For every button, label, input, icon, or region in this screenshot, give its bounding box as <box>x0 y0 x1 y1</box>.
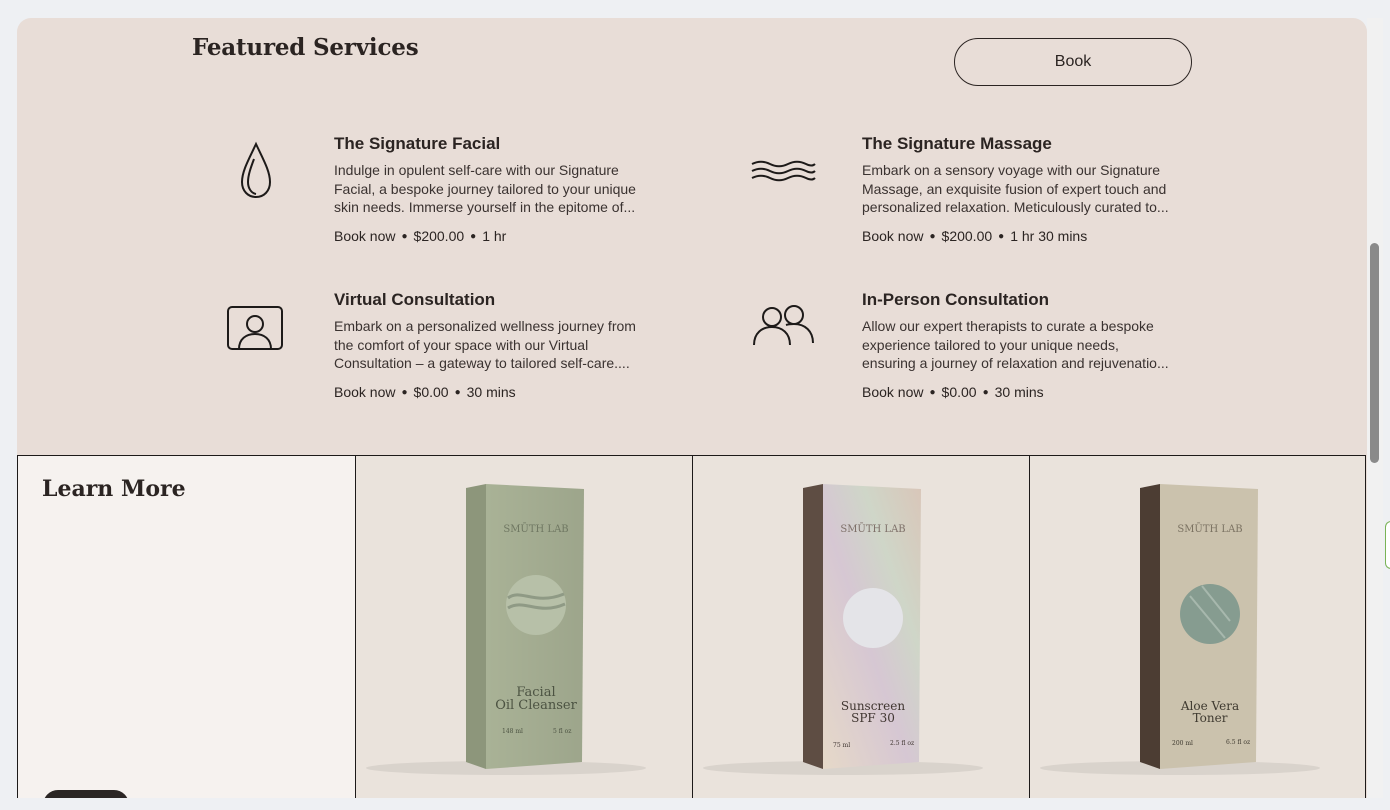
service-title: The Signature Massage <box>862 134 1052 153</box>
learn-more-heading: Learn More <box>42 476 186 502</box>
product-brand: SMŪTH LAB <box>503 523 568 535</box>
service-description: Embark on a personalized wellness journe… <box>334 318 636 371</box>
service-virtual-consultation: Virtual Consultation Embark on a persona… <box>334 290 694 400</box>
service-title: The Signature Facial <box>334 134 501 153</box>
service-description: Allow our expert therapists to curate a … <box>862 318 1169 371</box>
product-card-aloe-vera-toner[interactable]: SMŪTH LAB Aloe Vera Toner 200 ml 6.5 fl … <box>1029 455 1366 798</box>
service-price: $0.00 <box>413 384 449 400</box>
separator-dot: ● <box>470 230 477 242</box>
product-brand: SMŪTH LAB <box>840 523 905 535</box>
chat-button[interactable] <box>43 790 129 798</box>
service-meta: Book now ● $200.00 ● 1 hr 30 mins <box>862 228 1222 244</box>
service-duration: 1 hr <box>482 228 507 244</box>
product-size-ml: 148 ml <box>502 728 523 735</box>
service-price: $0.00 <box>941 384 977 400</box>
separator-dot: ● <box>454 386 461 398</box>
waves-icon <box>750 160 816 186</box>
product-box-image: SMŪTH LAB Aloe Vera Toner 200 ml 6.5 fl … <box>1040 484 1320 775</box>
video-person-icon <box>226 305 284 355</box>
product-name-line2: Oil Cleanser <box>495 698 577 713</box>
scrollbar-thumb[interactable] <box>1370 243 1379 463</box>
separator-dot: ● <box>401 386 408 398</box>
separator-dot: ● <box>982 386 989 398</box>
product-box-image: SMŪTH LAB Facial Oil Cleanser 148 ml 5 f… <box>366 484 646 775</box>
service-duration: 30 mins <box>994 384 1044 400</box>
service-in-person-consultation: In-Person Consultation Allow our expert … <box>862 290 1222 400</box>
service-signature-facial: The Signature Facial Indulge in opulent … <box>334 134 694 244</box>
product-size-oz: 2.5 fl oz <box>890 740 914 747</box>
product-size-ml: 75 ml <box>833 742 850 749</box>
service-signature-massage: The Signature Massage Embark on a sensor… <box>862 134 1222 244</box>
service-description: Indulge in opulent self-care with our Si… <box>334 162 636 215</box>
page-window: Featured Services Book The Signature Fac… <box>17 18 1367 798</box>
service-meta: Book now ● $0.00 ● 30 mins <box>334 384 694 400</box>
service-price: $200.00 <box>413 228 465 244</box>
product-box-image: SMŪTH LAB Sunscreen SPF 30 75 ml 2.5 fl … <box>703 484 983 775</box>
separator-dot: ● <box>929 386 936 398</box>
product-name-line2: SPF 30 <box>851 711 895 725</box>
service-duration: 1 hr 30 mins <box>1010 228 1088 244</box>
learn-more-section: Learn More SMŪTH LAB Facial Oil Cleanser… <box>17 455 1367 798</box>
learn-more-panel: Learn More <box>17 455 355 798</box>
book-now-link[interactable]: Book now <box>862 228 923 244</box>
product-card-sunscreen[interactable]: SMŪTH LAB Sunscreen SPF 30 75 ml 2.5 fl … <box>692 455 1029 798</box>
book-button[interactable]: Book <box>954 38 1192 86</box>
product-size-oz: 5 fl oz <box>553 728 571 735</box>
service-title: In-Person Consultation <box>862 290 1049 309</box>
separator-dot: ● <box>998 230 1005 242</box>
service-title: Virtual Consultation <box>334 290 496 309</box>
product-brand: SMŪTH LAB <box>1177 523 1242 535</box>
book-now-link[interactable]: Book now <box>334 228 395 244</box>
droplet-icon <box>239 141 273 203</box>
product-name-line2: Toner <box>1193 711 1228 725</box>
product-size-ml: 200 ml <box>1172 740 1193 747</box>
service-duration: 30 mins <box>466 384 516 400</box>
product-size-oz: 6.5 fl oz <box>1226 739 1250 746</box>
product-card-facial-oil-cleanser[interactable]: SMŪTH LAB Facial Oil Cleanser 148 ml 5 f… <box>355 455 692 798</box>
service-description: Embark on a sensory voyage with our Sign… <box>862 162 1169 215</box>
book-now-link[interactable]: Book now <box>862 384 923 400</box>
separator-dot: ● <box>401 230 408 242</box>
side-feedback-tab[interactable] <box>1385 521 1390 569</box>
separator-dot: ● <box>929 230 936 242</box>
featured-services-heading: Featured Services <box>192 34 419 61</box>
book-now-link[interactable]: Book now <box>334 384 395 400</box>
service-meta: Book now ● $200.00 ● 1 hr <box>334 228 694 244</box>
two-people-icon <box>750 303 816 351</box>
service-price: $200.00 <box>941 228 993 244</box>
service-meta: Book now ● $0.00 ● 30 mins <box>862 384 1222 400</box>
